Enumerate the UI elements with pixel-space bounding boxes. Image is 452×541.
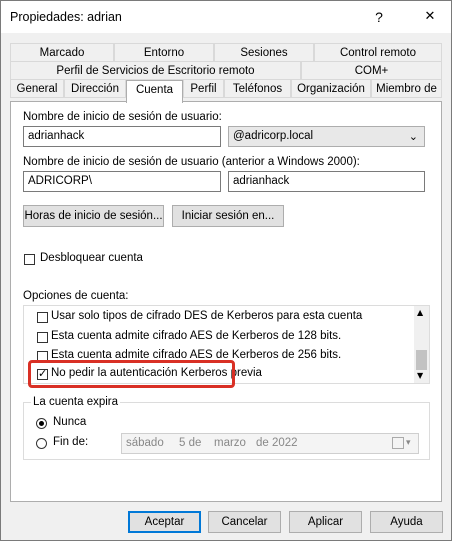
option-des-checkbox[interactable] [37,312,48,323]
highlight-box [28,360,235,388]
date-month: marzo [214,437,246,449]
unlock-account-checkbox[interactable] [24,254,35,265]
upn-suffix-select[interactable]: @adricorp.local ⌄ [228,126,425,147]
logon-name-label: Nombre de inicio de sesión de usuario: [23,111,222,123]
date-year: de 2022 [256,437,298,449]
tab-telefonos[interactable]: Teléfonos [224,79,291,98]
expiry-date-picker[interactable]: sábado 5 de marzo de 2022 ▾ [121,433,419,454]
upn-suffix-value: @adricorp.local [233,130,314,142]
window-title: Propiedades: adrian [10,10,122,24]
ok-button[interactable]: Aceptar [128,511,201,533]
expires-never-label: Nunca [53,416,87,428]
expires-end-radio[interactable] [36,438,47,449]
options-scrollbar[interactable]: ▲ ▼ [414,306,429,383]
scrollbar-thumb[interactable] [416,350,427,370]
tab-com-plus[interactable]: COM+ [301,61,442,80]
tab-miembro-de[interactable]: Miembro de [371,79,442,98]
tab-organizacion[interactable]: Organización [291,79,371,98]
expires-never-radio[interactable] [36,418,47,429]
tab-entorno[interactable]: Entorno [114,43,214,62]
account-expires-label: La cuenta expira [31,396,121,408]
date-day: 5 de [179,437,202,449]
account-options-label: Opciones de cuenta: [23,290,129,302]
option-des-label: Usar solo tipos de cifrado DES de Kerber… [51,310,363,322]
chevron-down-icon: ⌄ [408,130,418,143]
cancel-button[interactable]: Cancelar [208,511,281,533]
pre2000-user-input[interactable]: adrianhack [228,171,425,192]
tab-remote-desktop-profile[interactable]: Perfil de Servicios de Escritorio remoto [10,61,301,80]
logon-name-input[interactable]: adrianhack [23,126,221,147]
unlock-account-label: Desbloquear cuenta [40,252,143,264]
option-aes128-label: Esta cuenta admite cifrado AES de Kerber… [51,330,342,342]
date-day-name: sábado [126,437,164,449]
help-title-button[interactable]: ? [362,1,396,33]
tab-direccion[interactable]: Dirección [64,79,126,98]
tab-control-remoto[interactable]: Control remoto [314,43,442,62]
title-bar: Propiedades: adrian ? ✕ [1,1,451,33]
pre2000-label: Nombre de inicio de sesión de usuario (a… [23,156,360,168]
chevron-down-icon[interactable]: ▾ [406,434,411,453]
calendar-icon[interactable] [392,437,404,449]
tab-perfil[interactable]: Perfil [183,79,224,98]
logon-to-button[interactable]: Iniciar sesión en... [172,205,284,227]
close-icon[interactable]: ✕ [413,1,447,33]
tab-general[interactable]: General [10,79,64,98]
expires-end-label: Fin de: [53,436,89,448]
apply-button[interactable]: Aplicar [289,511,362,533]
scroll-down-icon[interactable]: ▼ [417,371,423,380]
tab-marcado[interactable]: Marcado [10,43,114,62]
pre2000-domain-field: ADRICORP\ [23,171,221,192]
scroll-up-icon[interactable]: ▲ [417,308,423,317]
tab-sesiones[interactable]: Sesiones [214,43,314,62]
logon-hours-button[interactable]: Horas de inicio de sesión... [23,205,164,227]
tab-cuenta[interactable]: Cuenta [126,80,183,103]
properties-dialog: Propiedades: adrian ? ✕ Marcado Entorno … [0,0,452,541]
help-button[interactable]: Ayuda [370,511,443,533]
option-aes128-checkbox[interactable] [37,332,48,343]
